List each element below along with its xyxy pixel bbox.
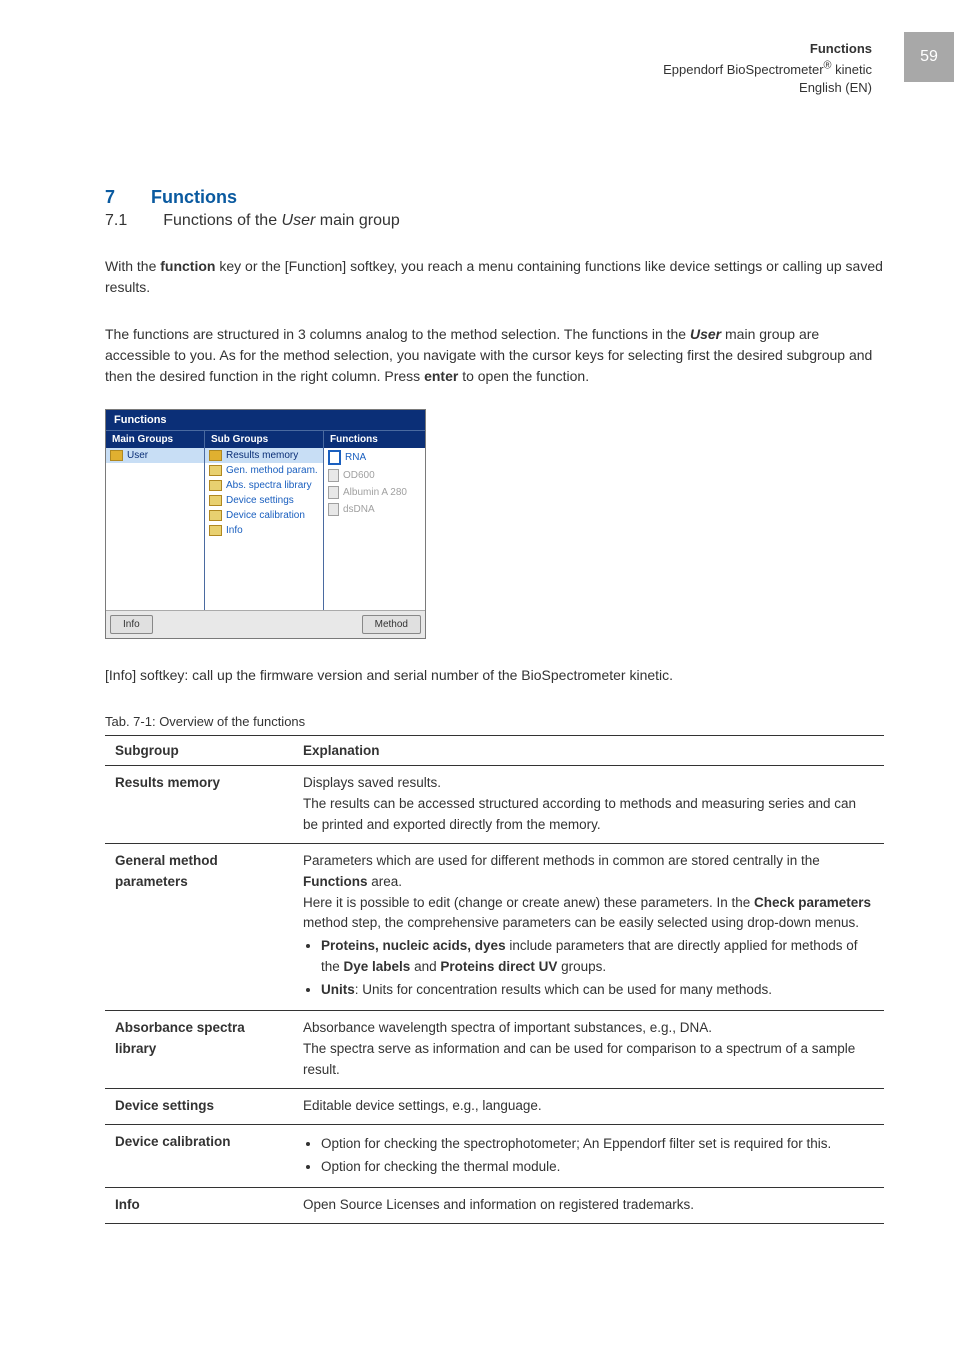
row-name: Device settings <box>105 1088 293 1124</box>
softkey-info[interactable]: Info <box>110 615 153 634</box>
softkey-method[interactable]: Method <box>362 615 421 634</box>
shot-footer: Info Method <box>106 610 425 638</box>
functions-screenshot: Functions Main Groups User Sub Groups Re… <box>105 409 426 639</box>
subsection-title: Functions of the User main group <box>163 212 400 230</box>
functions-table: Subgroup Explanation Results memory Disp… <box>105 735 884 1224</box>
row-name: Device calibration <box>105 1124 293 1187</box>
row-name: Results memory <box>105 765 293 843</box>
folder-open-icon <box>110 450 123 461</box>
subsection-heading: 7.1 Functions of the User main group <box>105 212 884 230</box>
paragraph-1: With the function key or the [Function] … <box>105 256 884 298</box>
header-title: Functions <box>810 41 872 56</box>
section-heading: 7 Functions <box>105 187 884 208</box>
folder-closed-icon <box>209 480 222 491</box>
table-caption: Tab. 7-1: Overview of the functions <box>105 714 884 729</box>
sub-item-devicecal[interactable]: Device calibration <box>205 508 323 523</box>
th-explanation: Explanation <box>293 735 884 765</box>
table-row: Device settings Editable device settings… <box>105 1088 884 1124</box>
func-item-dsdna[interactable]: dsDNA <box>324 501 425 518</box>
row-expl: Editable device settings, e.g., language… <box>293 1088 884 1124</box>
column-sub-groups: Sub Groups Results memory Gen. method pa… <box>205 430 324 610</box>
func-item-od600[interactable]: OD600 <box>324 467 425 484</box>
sub-item-absspectra[interactable]: Abs. spectra library <box>205 478 323 493</box>
row-expl: Parameters which are used for different … <box>293 843 884 1010</box>
sub-item-genmethod[interactable]: Gen. method param. <box>205 463 323 478</box>
table-row: Info Open Source Licenses and informatio… <box>105 1187 884 1223</box>
sub-item-results[interactable]: Results memory <box>205 448 323 463</box>
folder-closed-icon <box>209 510 222 521</box>
table-row: Device calibration Option for checking t… <box>105 1124 884 1187</box>
file-icon <box>328 486 339 499</box>
paragraph-2: The functions are structured in 3 column… <box>105 324 884 387</box>
page-header: Functions Eppendorf BioSpectrometer® kin… <box>105 40 884 97</box>
folder-closed-icon <box>209 465 222 476</box>
subsection-number: 7.1 <box>105 212 127 230</box>
row-expl: Absorbance wavelength spectra of importa… <box>293 1011 884 1089</box>
func-item-albumin[interactable]: Albumin A 280 <box>324 484 425 501</box>
caption-info-softkey: [Info] softkey: call up the firmware ver… <box>105 665 884 686</box>
row-name: Info <box>105 1187 293 1223</box>
row-name: Absorbance spectra library <box>105 1011 293 1089</box>
page-number: 59 <box>904 32 954 82</box>
folder-open-icon <box>209 450 222 461</box>
file-icon <box>328 450 341 465</box>
row-expl: Option for checking the spectrophotomete… <box>293 1124 884 1187</box>
row-name: General method parameters <box>105 843 293 1010</box>
col-head-func: Functions <box>324 430 425 448</box>
column-main-groups: Main Groups User <box>106 430 205 610</box>
main-item-user[interactable]: User <box>106 448 204 463</box>
file-icon <box>328 503 339 516</box>
table-row: Results memory Displays saved results. T… <box>105 765 884 843</box>
sub-item-devicesettings[interactable]: Device settings <box>205 493 323 508</box>
col-head-main: Main Groups <box>106 430 204 448</box>
shot-title: Functions <box>106 410 425 430</box>
folder-closed-icon <box>209 495 222 506</box>
column-functions: Functions RNA OD600 Albumin A 280 dsDNA <box>324 430 425 610</box>
section-number: 7 <box>105 187 115 208</box>
table-row: Absorbance spectra library Absorbance wa… <box>105 1011 884 1089</box>
sub-item-info[interactable]: Info <box>205 523 323 538</box>
table-row: General method parameters Parameters whi… <box>105 843 884 1010</box>
th-subgroup: Subgroup <box>105 735 293 765</box>
section-title: Functions <box>151 187 237 208</box>
file-icon <box>328 469 339 482</box>
folder-closed-icon <box>209 525 222 536</box>
row-expl: Displays saved results. The results can … <box>293 765 884 843</box>
row-expl: Open Source Licenses and information on … <box>293 1187 884 1223</box>
header-lang: English (EN) <box>799 80 872 95</box>
header-product: Eppendorf BioSpectrometer® kinetic <box>663 62 872 77</box>
col-head-sub: Sub Groups <box>205 430 323 448</box>
func-item-rna[interactable]: RNA <box>324 448 425 467</box>
